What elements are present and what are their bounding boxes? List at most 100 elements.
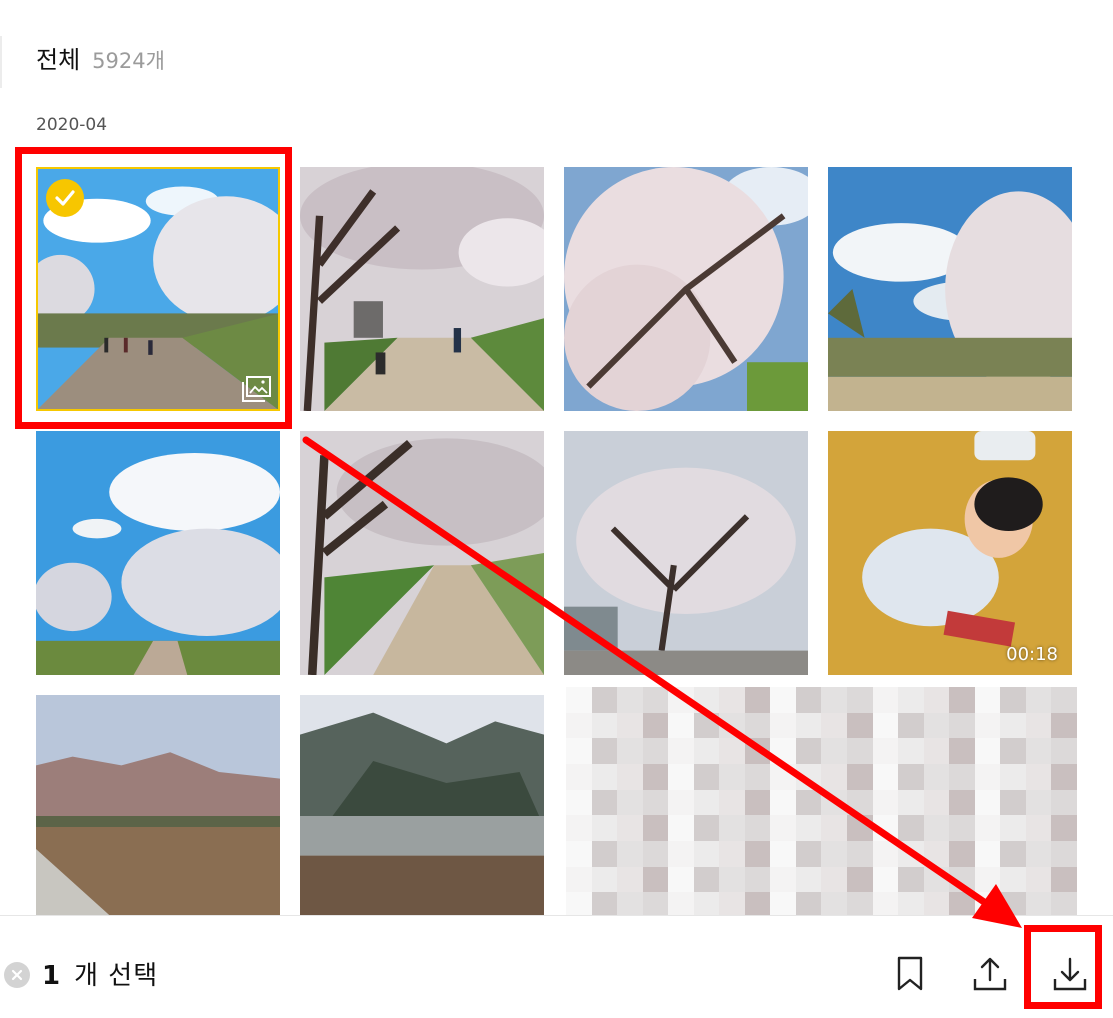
photo-tile[interactable]	[300, 695, 544, 915]
mosaic-cell	[1025, 712, 1052, 739]
photo-tile[interactable]	[36, 695, 280, 915]
mosaic-cell	[1000, 738, 1026, 764]
mosaic-cell	[1000, 789, 1026, 816]
photo-tile[interactable]	[564, 167, 808, 411]
mosaic-cell	[795, 763, 822, 790]
mosaic-cell	[668, 789, 694, 816]
share-button[interactable]	[968, 952, 1012, 996]
mosaic-cell	[923, 789, 950, 816]
mosaic-cell	[923, 763, 950, 790]
download-icon	[1053, 957, 1087, 991]
mosaic-cell	[974, 789, 1001, 816]
mosaic-cell	[1051, 866, 1077, 893]
photo-tile[interactable]	[36, 431, 280, 675]
mosaic-cell	[1000, 866, 1026, 893]
mosaic-cell	[617, 866, 643, 893]
photo-tile-selected[interactable]	[36, 167, 280, 411]
bookmark-button[interactable]	[888, 952, 932, 996]
pixelated-image-tile[interactable]	[566, 687, 1077, 918]
mosaic-cell	[923, 866, 950, 893]
mosaic-cell	[770, 866, 796, 893]
mosaic-cell	[923, 815, 950, 841]
mosaic-cell	[617, 712, 643, 739]
mosaic-cell	[566, 738, 592, 764]
mosaic-cell	[566, 712, 592, 739]
mosaic-cell	[949, 738, 975, 764]
mosaic-cell	[1025, 687, 1052, 713]
bookmark-icon	[897, 956, 923, 991]
mosaic-cell	[872, 738, 899, 764]
mosaic-cell	[898, 866, 924, 893]
mosaic-cell	[566, 687, 592, 713]
mosaic-cell	[744, 687, 771, 713]
download-button[interactable]	[1048, 952, 1092, 996]
mosaic-cell	[566, 815, 592, 841]
mosaic-cell	[770, 687, 796, 713]
mosaic-cell	[642, 687, 669, 713]
mosaic-cell	[949, 712, 975, 739]
mosaic-cell	[719, 840, 745, 867]
mosaic-cell	[923, 840, 950, 867]
mosaic-cell	[923, 687, 950, 713]
mosaic-cell	[770, 789, 796, 816]
selected-check-icon[interactable]	[46, 179, 84, 217]
photo-tile[interactable]	[564, 431, 808, 675]
mosaic-cell	[898, 815, 924, 841]
mosaic-cell	[923, 738, 950, 764]
mosaic-cell	[1025, 789, 1052, 816]
mosaic-cell	[668, 687, 694, 713]
mosaic-cell	[847, 738, 873, 764]
mosaic-cell	[719, 687, 745, 713]
mosaic-cell	[974, 738, 1001, 764]
mosaic-cell	[847, 789, 873, 816]
mosaic-cell	[693, 712, 720, 739]
mosaic-cell	[591, 789, 618, 816]
mosaic-cell	[1051, 738, 1077, 764]
mosaic-cell	[949, 815, 975, 841]
mosaic-cell	[693, 866, 720, 893]
mosaic-cell	[642, 866, 669, 893]
clear-selection-icon[interactable]	[4, 962, 30, 988]
mosaic-cell	[642, 738, 669, 764]
mosaic-cell	[1051, 687, 1077, 713]
mosaic-cell	[770, 840, 796, 867]
mosaic-cell	[795, 866, 822, 893]
mosaic-cell	[872, 687, 899, 713]
mosaic-cell	[591, 815, 618, 841]
mosaic-cell	[898, 738, 924, 764]
mosaic-cell	[821, 866, 848, 893]
multi-image-icon	[242, 376, 271, 402]
mosaic-cell	[719, 866, 745, 893]
mosaic-cell	[1051, 712, 1077, 739]
photo-tile[interactable]	[300, 167, 544, 411]
mosaic-cell	[617, 738, 643, 764]
mosaic-cell	[821, 815, 848, 841]
mosaic-cell	[795, 738, 822, 764]
mosaic-cell	[821, 687, 848, 713]
photo-tile[interactable]	[828, 167, 1072, 411]
mosaic-cell	[847, 763, 873, 790]
mosaic-cell	[591, 687, 618, 713]
mosaic-cell	[974, 866, 1001, 893]
mosaic-cell	[591, 840, 618, 867]
mosaic-cell	[642, 763, 669, 790]
mosaic-cell	[693, 687, 720, 713]
mosaic-cell	[744, 738, 771, 764]
mosaic-cell	[617, 815, 643, 841]
mosaic-cell	[1051, 815, 1077, 841]
mosaic-cell	[744, 866, 771, 893]
mosaic-cell	[872, 712, 899, 739]
mosaic-cell	[668, 738, 694, 764]
mosaic-cell	[795, 789, 822, 816]
photo-tile[interactable]	[300, 431, 544, 675]
mosaic-cell	[693, 840, 720, 867]
photo-count: 5924개	[92, 49, 165, 73]
video-tile[interactable]: 00:18	[828, 431, 1072, 675]
mosaic-cell	[668, 763, 694, 790]
selection-count: 1 개 선택	[42, 955, 158, 992]
mosaic-cell	[949, 763, 975, 790]
mosaic-cell	[847, 866, 873, 893]
mosaic-cell	[1000, 687, 1026, 713]
mosaic-cell	[923, 712, 950, 739]
mosaic-cell	[821, 738, 848, 764]
